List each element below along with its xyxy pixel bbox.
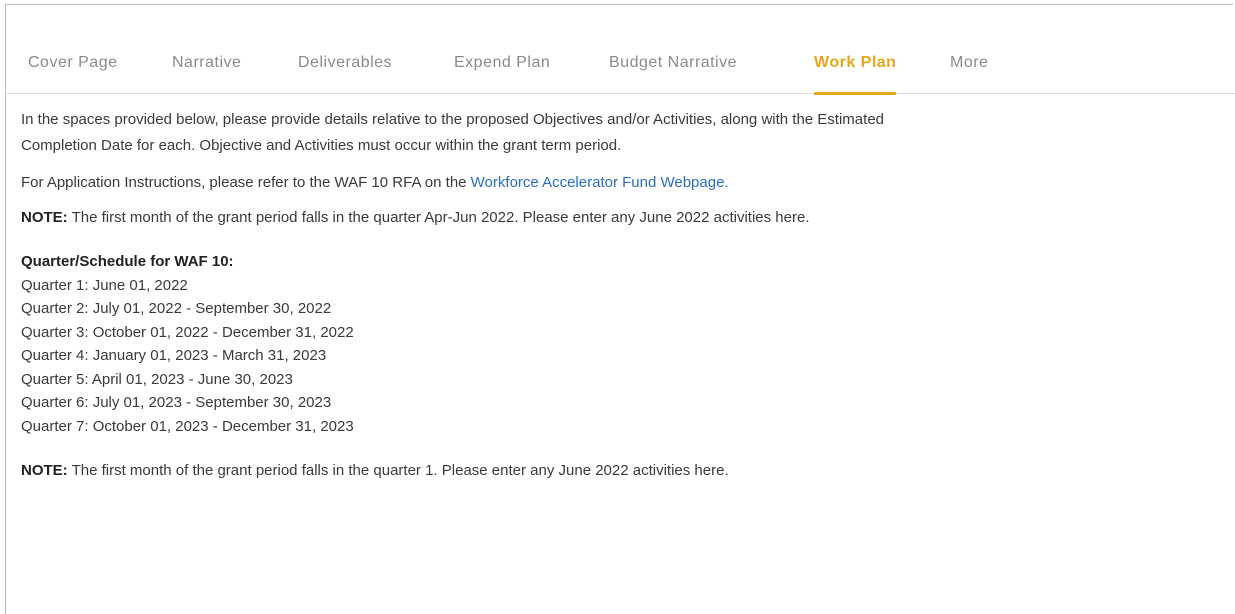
intro-line-2: Completion Date for each. Objective and … [21,137,622,154]
workforce-accelerator-fund-link[interactable]: Workforce Accelerator Fund Webpage. [471,174,729,191]
note-2: NOTE: The first month of the grant perio… [21,458,1221,484]
instructions-text: For Application Instructions, please ref… [21,170,1221,196]
schedule-quarter-3: Quarter 3: October 01, 2022 - December 3… [21,323,354,341]
tab-budget-narrative[interactable]: Budget Narrative [609,48,737,94]
note-1: NOTE: The first month of the grant perio… [21,205,1221,231]
schedule-heading: Quarter/Schedule for WAF 10: [21,253,234,270]
intro-line-1: In the spaces provided below, please pro… [21,111,884,128]
tab-cover-page[interactable]: Cover Page [28,48,118,94]
tab-narrative[interactable]: Narrative [172,48,241,94]
schedule-quarter-2: Quarter 2: July 01, 2022 - September 30,… [21,300,332,317]
tab-work-plan[interactable]: Work Plan [814,48,897,95]
note-1-label: NOTE: [21,209,68,226]
tab-more[interactable]: More [950,48,988,94]
schedule-quarter-1: Quarter 1: June 01, 2022 [21,276,188,294]
instructions-prefix: For Application Instructions, please ref… [21,174,471,191]
tab-deliverables[interactable]: Deliverables [298,48,392,94]
schedule-quarter-7: Quarter 7: October 01, 2023 - December 3… [21,417,354,435]
intro-text: In the spaces provided below, please pro… [21,107,1221,159]
schedule-section: Quarter/Schedule for WAF 10: Quarter 1: … [21,250,1221,438]
note-2-label: NOTE: [21,462,68,479]
schedule-quarter-5: Quarter 5: April 01, 2023 - June 30, 202… [21,370,293,388]
note-2-text: The first month of the grant period fall… [67,462,729,479]
tab-expend-plan[interactable]: Expend Plan [454,48,550,94]
tab-bar: Cover Page Narrative Deliverables Expend… [6,48,1235,95]
schedule-quarter-6: Quarter 6: July 01, 2023 - September 30,… [21,394,332,411]
note-1-text: The first month of the grant period fall… [67,209,810,226]
work-plan-content: In the spaces provided below, please pro… [21,107,1221,484]
schedule-quarter-4: Quarter 4: January 01, 2023 - March 31, … [21,347,327,364]
